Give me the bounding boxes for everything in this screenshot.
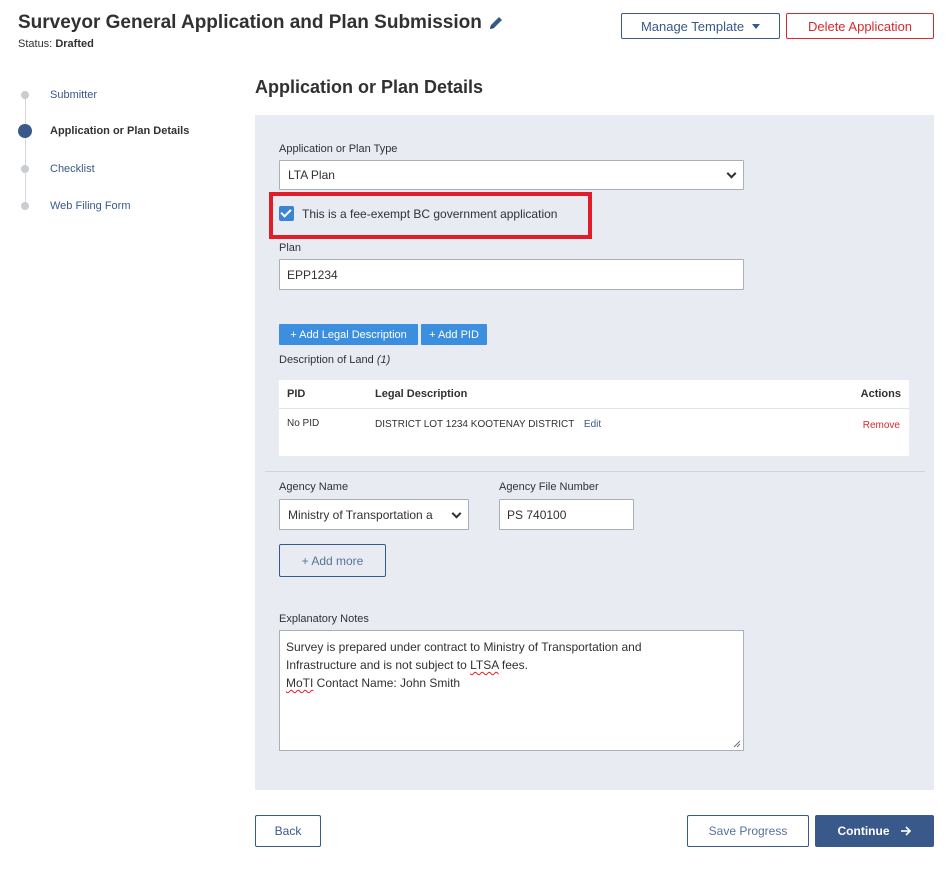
- step-application-details[interactable]: Application or Plan Details: [18, 124, 189, 138]
- agency-name-value: Ministry of Transportation a: [288, 507, 433, 522]
- add-pid-button[interactable]: + Add PID: [421, 324, 487, 345]
- agency-file-number-value: PS 740100: [507, 507, 567, 522]
- notes-text: Infrastructure and is not subject to: [286, 658, 471, 672]
- agency-name-select[interactable]: Ministry of Transportation a: [279, 499, 469, 530]
- pencil-icon[interactable]: [488, 15, 504, 31]
- delete-application-button[interactable]: Delete Application: [786, 13, 934, 39]
- continue-button[interactable]: Continue: [815, 815, 934, 847]
- table-cell-legal-description: DISTRICT LOT 1234 KOOTENAY DISTRICT Edit: [375, 419, 601, 430]
- add-more-button[interactable]: + Add more: [279, 544, 386, 577]
- step-label: Application or Plan Details: [50, 125, 190, 137]
- description-count: (1): [376, 354, 391, 366]
- table-header-pid: PID: [287, 388, 306, 400]
- step-checklist[interactable]: Checklist: [18, 163, 95, 175]
- description-of-land-text: Description of Land: [279, 354, 374, 366]
- save-progress-label: Save Progress: [708, 824, 788, 838]
- status-line: Status: Drafted: [18, 38, 94, 50]
- notes-text-spellcheck: LTSA: [470, 658, 499, 672]
- step-label: Checklist: [50, 163, 95, 175]
- plan-label: Plan: [279, 242, 302, 254]
- back-button[interactable]: Back: [255, 815, 321, 847]
- step-submitter[interactable]: Submitter: [18, 89, 97, 101]
- status-label: Status:: [18, 38, 53, 50]
- step-label: Web Filing Form: [50, 200, 131, 212]
- notes-line: Infrastructure and is not subject to LTS…: [286, 656, 737, 674]
- add-legal-description-label: + Add Legal Description: [290, 328, 407, 341]
- agency-file-number-label: Agency File Number: [499, 481, 599, 493]
- table-divider: [279, 408, 909, 409]
- agency-file-number-input[interactable]: PS 740100: [499, 499, 634, 530]
- table-header-actions: Actions: [860, 388, 901, 400]
- description-table: PID Legal Description Actions No PID DIS…: [279, 380, 909, 456]
- resize-handle-icon[interactable]: [733, 740, 741, 748]
- continue-label: Continue: [837, 824, 890, 838]
- legal-description-text: DISTRICT LOT 1234 KOOTENAY DISTRICT: [375, 419, 575, 430]
- table-cell-pid: No PID: [287, 418, 320, 429]
- explanatory-notes-textarea[interactable]: Survey is prepared under contract to Min…: [279, 630, 744, 751]
- back-label: Back: [274, 824, 302, 838]
- plan-input[interactable]: EPP1234: [279, 259, 744, 290]
- manage-template-label: Manage Template: [640, 18, 745, 34]
- notes-line: Survey is prepared under contract to Min…: [286, 640, 642, 654]
- stepper-track: [25, 96, 26, 208]
- plan-type-label: Application or Plan Type: [279, 143, 398, 155]
- add-more-label: + Add more: [301, 553, 364, 568]
- status-value: Drafted: [55, 38, 94, 50]
- chevron-down-icon: [726, 168, 737, 179]
- highlight-box: [269, 192, 592, 239]
- step-dot-active-icon: [18, 124, 32, 138]
- plan-input-value: EPP1234: [287, 267, 338, 282]
- step-dot-icon: [21, 202, 29, 210]
- manage-template-button[interactable]: Manage Template: [621, 13, 780, 39]
- page-title-text: Surveyor General Application and Plan Su…: [18, 12, 482, 33]
- caret-down-icon: [752, 23, 761, 29]
- step-dot-icon: [21, 91, 29, 99]
- step-label: Submitter: [50, 89, 98, 101]
- description-of-land-label: Description of Land (1): [279, 354, 390, 366]
- notes-text-spellcheck: MoTI: [286, 676, 314, 690]
- notes-text: Contact Name: John Smith: [313, 676, 461, 690]
- plan-type-select[interactable]: LTA Plan: [279, 160, 744, 190]
- plan-type-value: LTA Plan: [288, 168, 335, 182]
- section-title: Application or Plan Details: [255, 77, 484, 97]
- notes-line: MoTI Contact Name: John Smith: [286, 674, 737, 692]
- step-dot-icon: [21, 165, 29, 173]
- add-legal-description-button[interactable]: + Add Legal Description: [279, 324, 418, 345]
- agency-name-label: Agency Name: [279, 481, 349, 493]
- edit-link[interactable]: Edit: [584, 419, 601, 430]
- table-header-legal-description: Legal Description: [375, 388, 468, 400]
- add-pid-label: + Add PID: [429, 328, 479, 341]
- panel-divider: [265, 471, 925, 472]
- step-web-filing-form[interactable]: Web Filing Form: [18, 200, 130, 212]
- page-title: Surveyor General Application and Plan Su…: [18, 12, 504, 34]
- notes-text: fees.: [498, 658, 528, 672]
- arrow-right-icon: [900, 826, 911, 836]
- explanatory-notes-label: Explanatory Notes: [279, 613, 369, 625]
- save-progress-button[interactable]: Save Progress: [687, 815, 809, 847]
- chevron-down-icon: [451, 508, 462, 519]
- remove-link[interactable]: Remove: [863, 420, 900, 431]
- delete-application-label: Delete Application: [807, 18, 913, 34]
